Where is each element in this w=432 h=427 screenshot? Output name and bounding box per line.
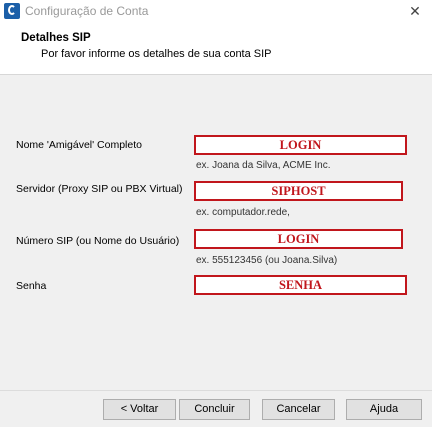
password-field[interactable]: SENHA (194, 275, 407, 295)
friendly-name-field[interactable]: LOGIN (194, 135, 407, 155)
sip-number-label: Número SIP (ou Nome do Usuário) (16, 235, 180, 247)
server-field[interactable]: SIPHOST (194, 181, 403, 201)
page-subtitle: Por favor informe os detalhes de sua con… (41, 48, 272, 60)
wizard-header: Detalhes SIP Por favor informe os detalh… (0, 22, 432, 75)
back-button[interactable]: < Voltar (103, 399, 176, 420)
footer-divider (0, 390, 432, 391)
server-label: Servidor (Proxy SIP ou PBX Virtual) (16, 183, 183, 195)
sip-number-field[interactable]: LOGIN (194, 229, 403, 249)
app-logo-icon (4, 3, 20, 19)
server-hint: ex. computador.rede, (196, 207, 290, 218)
close-button[interactable]: ✕ (398, 0, 432, 22)
password-label: Senha (16, 280, 47, 292)
page-title: Detalhes SIP (21, 32, 91, 44)
friendly-name-label: Nome 'Amigável' Completo (16, 139, 142, 151)
friendly-name-hint: ex. Joana da Silva, ACME Inc. (196, 160, 331, 171)
sip-number-hint: ex. 555123456 (ou Joana.Silva) (196, 255, 338, 266)
finish-button[interactable]: Concluir (179, 399, 250, 420)
help-button[interactable]: Ajuda (346, 399, 422, 420)
window-title: Configuração de Conta (25, 4, 149, 18)
cancel-button[interactable]: Cancelar (262, 399, 335, 420)
title-bar: Configuração de Conta ✕ (0, 0, 432, 22)
